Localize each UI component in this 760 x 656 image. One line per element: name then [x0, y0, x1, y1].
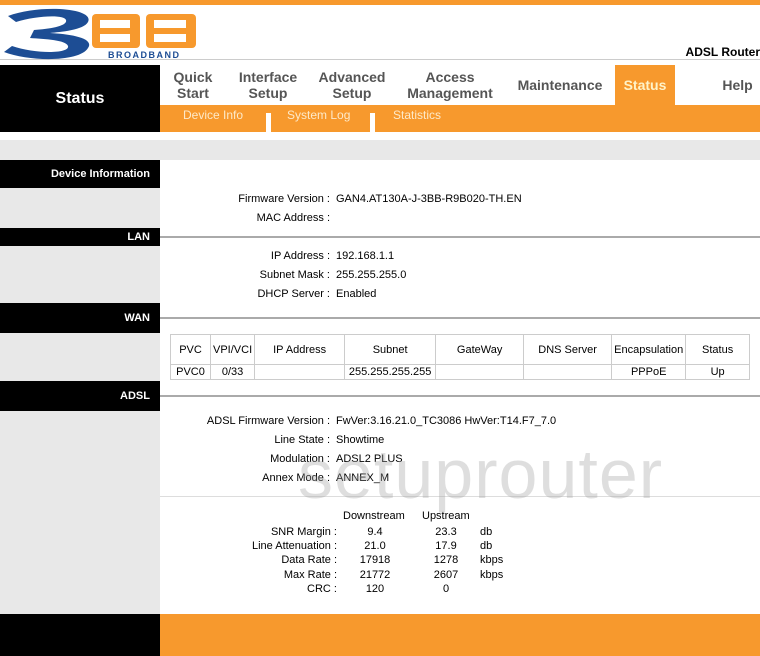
- adsl-firmware: FwVer:3.16.21.0_TC3086 HwVer:T14.F7_7.0: [336, 415, 557, 427]
- stats-label: SNR Margin :: [270, 526, 337, 538]
- stats-col-upstream: Upstream: [422, 510, 470, 522]
- stats-upstream-value: 2607: [433, 568, 459, 581]
- stats-label: Max Rate :: [283, 568, 337, 581]
- svg-text:BROADBAND: BROADBAND: [108, 50, 181, 60]
- line-state: Showtime: [336, 434, 385, 446]
- lan-ip: 192.168.1.1: [336, 250, 395, 262]
- stats-upstream-value: 1278: [433, 554, 459, 567]
- stats-upstream-value: 17.9: [435, 540, 457, 553]
- subnav-device-info[interactable]: Device Info: [183, 99, 243, 126]
- stats-downstream-value: 21772: [359, 568, 391, 581]
- table-row: PVC0 0/33 255.255.255.255 PPPoE Up: [170, 364, 750, 380]
- firmware-version: GAN4.AT130A-J-3BB-R9B020-TH.EN: [336, 193, 522, 205]
- content-top-band: [0, 140, 760, 160]
- footer: [160, 614, 760, 656]
- stats-upstream-value: 0: [442, 582, 450, 595]
- 3bb-logo: BROADBAND: [4, 8, 196, 60]
- wan-table-header: PVC VPI/VCI IP Address Subnet GateWay DN…: [170, 334, 750, 365]
- section-lan: LAN: [0, 228, 160, 246]
- stats-label: Data Rate :: [281, 554, 337, 567]
- stats-downstream-value: 17918: [359, 554, 391, 567]
- stats-downstream-value: 21.0: [364, 540, 386, 553]
- stats-unit: kbps: [480, 554, 504, 567]
- subnav-separator: [370, 113, 375, 132]
- divider: [160, 395, 760, 397]
- subnav-statistics[interactable]: Statistics: [393, 99, 441, 126]
- section-device-information: Device Information: [0, 160, 160, 188]
- lan-mask: 255.255.255.0: [336, 269, 407, 281]
- stats-downstream-value: 9.4: [367, 526, 383, 538]
- stats-label: Line Attenuation :: [251, 540, 337, 553]
- lan-dhcp: Enabled: [336, 288, 377, 300]
- stats-downstream-value: 120: [365, 582, 385, 595]
- subnav-separator: [266, 113, 271, 132]
- section-wan: WAN: [0, 303, 160, 333]
- divider: [160, 236, 760, 238]
- stats-upstream-value: 23.3: [435, 526, 457, 538]
- stats-unit: kbps: [480, 568, 504, 581]
- stats-unit: db: [480, 540, 493, 553]
- stats-col-downstream: Downstream: [343, 510, 405, 522]
- annex-mode: ANNEX_M: [336, 472, 390, 484]
- section-title: Status: [0, 65, 160, 132]
- stats-label: CRC :: [307, 582, 337, 595]
- divider: [160, 496, 760, 497]
- modulation: ADSL2 PLUS: [336, 453, 403, 465]
- header: BROADBAND ADSL Router: [0, 5, 760, 60]
- product-name: ADSL Router: [685, 45, 760, 59]
- nav-maintenance[interactable]: Maintenance: [510, 65, 610, 105]
- nav-status[interactable]: Status: [615, 65, 675, 105]
- footer-left: [0, 614, 160, 656]
- nav-help[interactable]: Help: [705, 65, 760, 105]
- section-adsl: ADSL: [0, 381, 160, 411]
- wan-table: PVC VPI/VCI IP Address Subnet GateWay DN…: [170, 334, 750, 380]
- main-nav: Quick Start Interface Setup Advanced Setup …: [160, 65, 760, 105]
- divider: [160, 317, 760, 319]
- subnav-system-log[interactable]: System Log: [287, 99, 350, 126]
- sub-nav: Device Info System Log Statistics: [160, 105, 760, 132]
- stats-unit: db: [480, 526, 493, 538]
